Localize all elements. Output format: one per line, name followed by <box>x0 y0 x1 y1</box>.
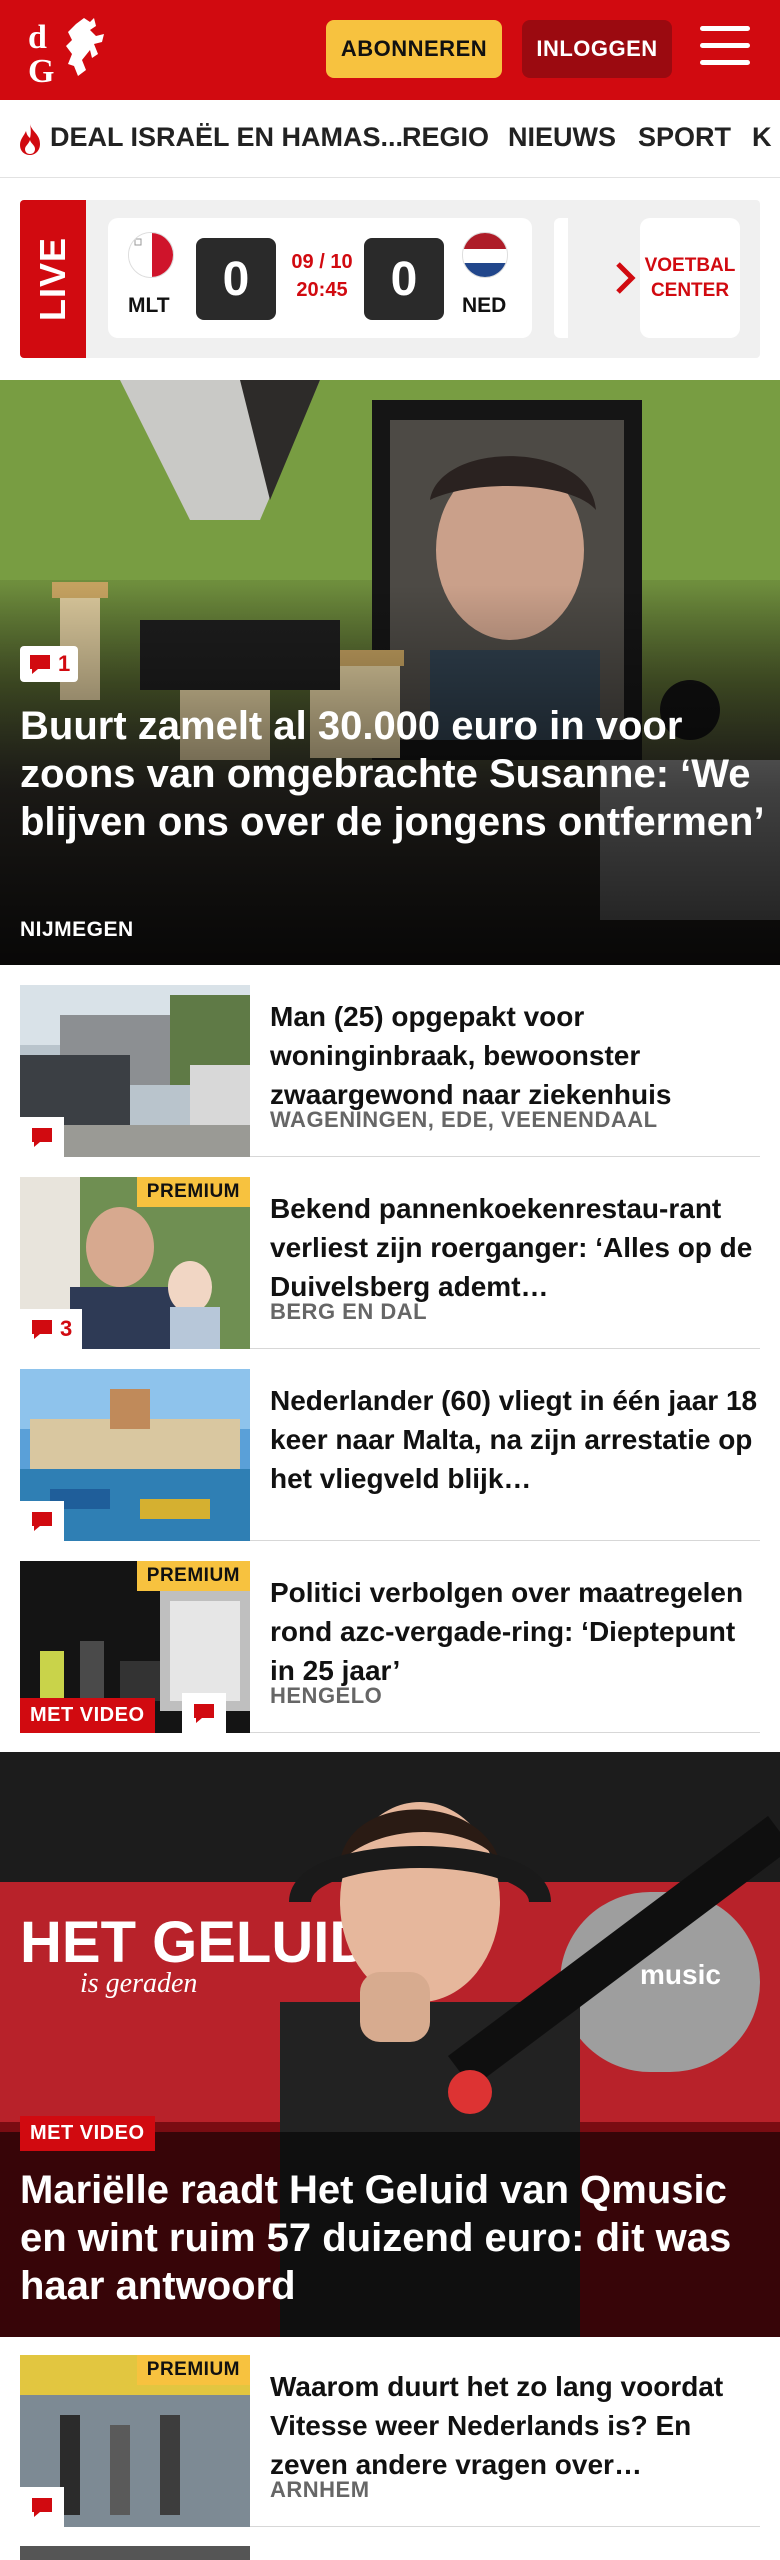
voetbal-center-link[interactable]: VOETBAL CENTER <box>640 218 740 338</box>
article-location: BERG EN DAL <box>270 1299 428 1324</box>
home-score: 0 <box>196 238 276 320</box>
article-item[interactable]: Nederlander (60) vliegt in één jaar 18 k… <box>20 1369 760 1541</box>
article-item[interactable]: PREMIUM Waarom duurt het zo lang voordat… <box>20 2355 760 2527</box>
chevron-right-icon[interactable] <box>610 260 640 296</box>
match-datetime: 09 / 10 20:45 <box>286 248 358 304</box>
match-date: 09 / 10 <box>291 251 353 273</box>
match-time: 20:45 <box>296 279 348 301</box>
article-thumbnail <box>20 985 250 1157</box>
video-hero-title[interactable]: Mariëlle raadt Het Geluid van Qmusic en … <box>20 2166 765 2310</box>
top-bar: d G ABONNEREN INLOGGEN <box>0 0 780 100</box>
article-thumbnail: PREMIUM <box>20 2355 250 2527</box>
flame-icon <box>20 124 40 155</box>
svg-text:G: G <box>28 53 54 88</box>
netherlands-flag-icon <box>462 232 508 278</box>
article-location: WAGENINGEN, EDE, VEENENDAAL <box>270 1107 658 1132</box>
comment-icon <box>32 2498 52 2517</box>
subscribe-button[interactable]: ABONNEREN <box>326 20 502 78</box>
nav-item-sport[interactable]: SPORT <box>638 122 731 153</box>
hero-title[interactable]: Buurt zamelt al 30.000 euro in voor zoon… <box>20 702 765 846</box>
article-item[interactable]: PREMIUM 3 Bekend pannenkoekenrestau-rant… <box>20 1177 760 1349</box>
nav-item-more[interactable]: K <box>752 122 772 153</box>
article-item[interactable]: Man (25) opgepakt voor woninginbraak, be… <box>20 985 760 1157</box>
main-nav: DEAL ISRAËL EN HAMAS... REGIO NIEUWS SPO… <box>0 100 780 178</box>
comment-icon <box>194 1704 214 1723</box>
comment-icon <box>32 1320 52 1339</box>
article-thumbnail: PREMIUM MET VIDEO <box>20 1561 250 1733</box>
comment-count: 1 <box>58 651 71 676</box>
nav-item-deal-israel[interactable]: DEAL ISRAËL EN HAMAS... <box>50 122 403 153</box>
article-title[interactable]: Politici verbolgen over maatregelen rond… <box>270 1573 760 1690</box>
article-thumbnail: PREMIUM 3 <box>20 1177 250 1349</box>
comment-badge <box>20 1501 64 1541</box>
away-score: 0 <box>364 238 444 320</box>
comment-icon <box>32 1128 52 1147</box>
article-thumbnail <box>20 1369 250 1541</box>
article-title[interactable]: Nederlander (60) vliegt in één jaar 18 k… <box>270 1381 760 1498</box>
article-location: HENGELO <box>270 1683 383 1708</box>
premium-badge: PREMIUM <box>136 1177 250 1207</box>
article-item[interactable]: PREMIUM MET VIDEO Politici verbolgen ove… <box>20 1561 760 1733</box>
nav-item-nieuws[interactable]: NIEUWS <box>508 122 616 153</box>
article-title[interactable]: Waarom duurt het zo lang voordat Vitesse… <box>270 2367 760 2484</box>
comment-badge <box>20 1117 64 1157</box>
comment-count: 3 <box>60 1316 73 1341</box>
live-tag: LIVE <box>20 200 86 358</box>
comment-icon <box>32 1512 52 1531</box>
comment-badge: 1 <box>20 646 79 682</box>
comment-icon <box>30 655 50 674</box>
away-team-code: NED <box>462 294 507 317</box>
dg-logo[interactable]: d G <box>24 14 124 88</box>
next-article-thumbnail-partial <box>20 2546 250 2560</box>
article-title[interactable]: Bekend pannenkoekenrestau-rant verliest … <box>270 1189 760 1306</box>
comment-badge: 3 <box>20 1309 83 1349</box>
video-tag: MET VIDEO <box>20 2116 155 2151</box>
hamburger-menu-icon[interactable] <box>700 26 752 70</box>
comment-badge <box>20 2487 64 2527</box>
bg-het-geluid: HET GELUID <box>20 1910 371 1975</box>
home-team-code: MLT <box>128 294 170 317</box>
premium-badge: PREMIUM <box>136 2355 250 2385</box>
premium-badge: PREMIUM <box>136 1561 250 1591</box>
hero-location: NIJMEGEN <box>20 918 134 941</box>
video-tag: MET VIDEO <box>20 1698 155 1733</box>
nav-item-regio[interactable]: REGIO <box>402 122 489 153</box>
match-card[interactable]: MLT 0 09 / 10 20:45 0 NED <box>108 218 532 338</box>
hero-article[interactable]: 1 Buurt zamelt al 30.000 euro in voor zo… <box>0 380 780 965</box>
login-button[interactable]: INLOGGEN <box>522 20 672 78</box>
next-card-edge <box>554 218 568 338</box>
article-title[interactable]: Man (25) opgepakt voor woninginbraak, be… <box>270 997 760 1114</box>
live-scoreboard: LIVE MLT 0 09 / 10 20:45 0 NED VOETBAL C… <box>20 200 760 358</box>
malta-flag-icon <box>128 232 174 278</box>
article-location: ARNHEM <box>270 2477 370 2502</box>
bg-music-logo: music <box>640 1959 721 1990</box>
bg-is-geraden: is geraden <box>80 1968 197 1999</box>
video-hero-article[interactable]: HET GELUID is geraden music MET VIDEO Ma… <box>0 1752 780 2337</box>
svg-text:d: d <box>28 19 47 56</box>
comment-badge <box>182 1693 226 1733</box>
